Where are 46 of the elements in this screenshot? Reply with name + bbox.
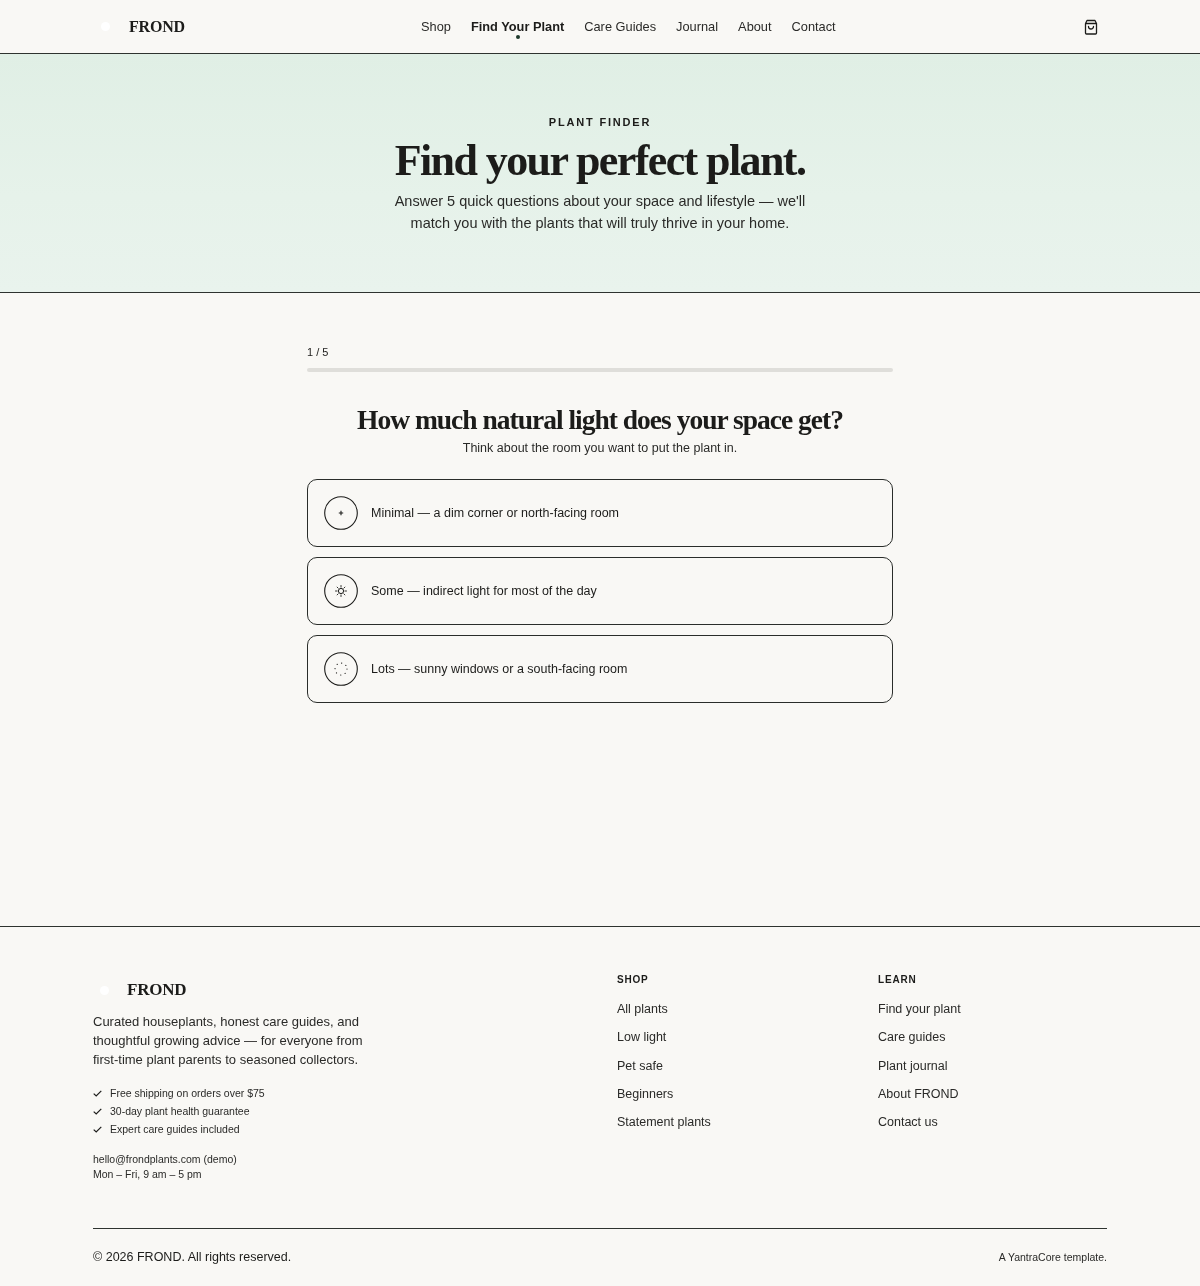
nav-link[interactable]: Journal <box>676 13 719 40</box>
plus-in-circle-icon <box>324 496 358 530</box>
footer-link[interactable]: About FROND <box>878 1086 959 1102</box>
footer-link[interactable]: Contact us <box>878 1115 938 1131</box>
perk-text: Expert care guides included <box>110 1123 240 1136</box>
hero-subtitle: Answer 5 quick questions about your space and lifestyle — we'll match you with the plants that will truly thrive in your home. <box>393 192 807 233</box>
cart-button[interactable] <box>1083 18 1099 35</box>
dotted-ring-in-circle-icon <box>324 652 358 686</box>
question-hint: Think about the room you want to put the plant in. <box>461 440 739 456</box>
nav-link[interactable]: About <box>738 13 772 40</box>
sun-in-circle-icon <box>324 574 358 608</box>
question-title: How much natural light does your space get? <box>356 403 844 437</box>
answer-option[interactable]: Lots — sunny windows or a south-facing room <box>307 635 893 703</box>
footer-link[interactable]: Beginners <box>617 1086 674 1102</box>
footer-link[interactable]: All plants <box>617 1002 668 1017</box>
nav-link[interactable]: Care Guides <box>584 13 657 40</box>
nav-link[interactable]: Contact <box>791 13 836 40</box>
perk-text: Free shipping on orders over $75 <box>110 1087 265 1100</box>
footer-link[interactable]: Care guides <box>878 1030 946 1046</box>
answer-option[interactable]: Some — indirect light for most of the day <box>307 557 893 625</box>
footer-logo[interactable]: FROND <box>127 980 187 1000</box>
active-dot-icon <box>515 35 520 39</box>
check-icon <box>93 1126 102 1133</box>
hero-eyebrow: PLANT FINDER <box>548 116 652 129</box>
check-icon <box>93 1108 102 1115</box>
template-credit: A YantraCore template. <box>998 1251 1107 1264</box>
contact-email: hello@frondplants.com (demo) <box>93 1153 237 1166</box>
copyright-text: © 2026 FROND. All rights reserved. <box>93 1250 292 1265</box>
footer-column-heading: SHOP <box>617 974 649 986</box>
brand-logo[interactable]: FROND <box>129 17 185 36</box>
hero-title: Find your perfect plant. <box>394 135 806 187</box>
opening-hours: Mon – Fri, 9 am – 5 pm <box>93 1168 202 1181</box>
nav-link[interactable]: Find Your Plant <box>470 13 565 40</box>
footer-description: Curated houseplants, honest care guides, and thoughtful growing advice — for everyone from first-time plant parents to seasoned collectors. <box>93 1013 364 1069</box>
shopping-bag-icon <box>1083 18 1099 35</box>
footer-link[interactable]: Statement plants <box>617 1115 711 1131</box>
footer-link[interactable]: Low light <box>617 1030 667 1046</box>
check-icon <box>93 1090 102 1097</box>
footer-link[interactable]: Find your plant <box>878 1002 961 1017</box>
step-counter: 1 / 5 <box>307 346 330 359</box>
footer-link[interactable]: Plant journal <box>878 1058 948 1074</box>
perk-text: 30-day plant health guarantee <box>110 1105 250 1118</box>
nav-link[interactable]: Shop <box>421 13 451 40</box>
footer-link[interactable]: Pet safe <box>617 1058 663 1074</box>
answer-option[interactable]: Minimal — a dim corner or north-facing room <box>307 479 893 547</box>
footer-column-heading: LEARN <box>878 974 917 986</box>
